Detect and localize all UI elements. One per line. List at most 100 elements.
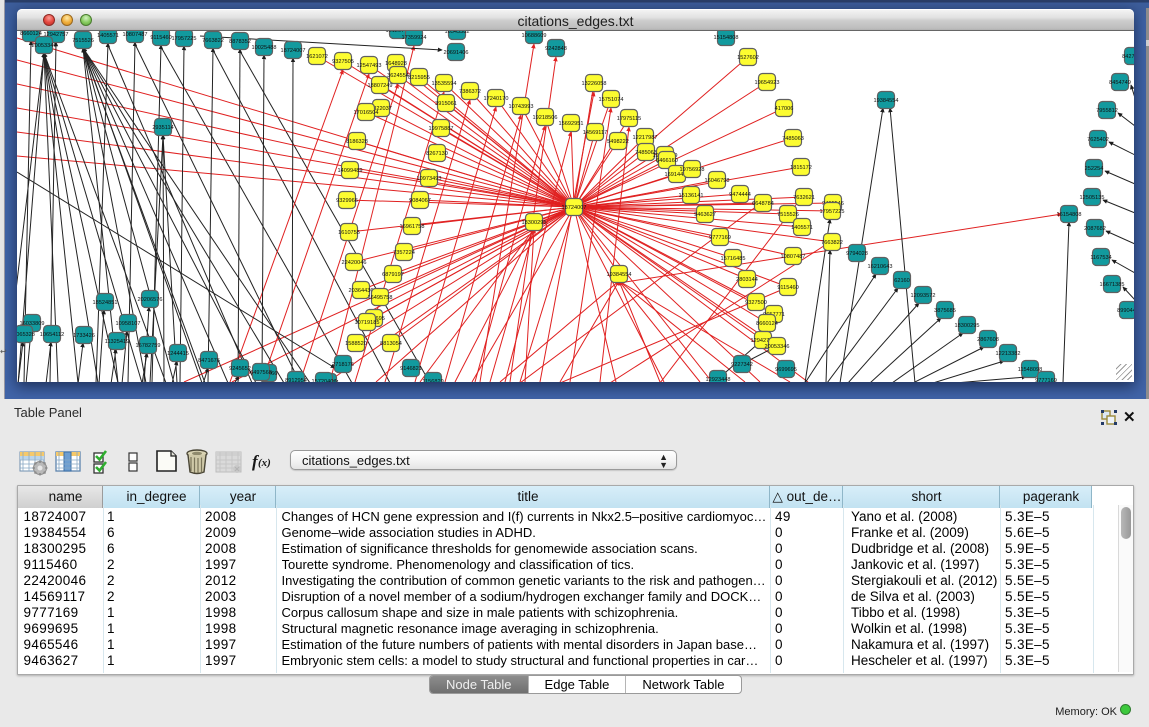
- svg-text:19384554: 19384554: [607, 272, 632, 278]
- svg-text:1244415: 1244415: [167, 351, 189, 357]
- svg-text:9794028: 9794028: [846, 251, 868, 257]
- svg-text:10688609: 10688609: [522, 33, 547, 39]
- svg-text:9463627: 9463627: [694, 212, 716, 218]
- svg-text:18724007: 18724007: [281, 48, 306, 54]
- svg-text:10654112: 10654112: [40, 332, 64, 338]
- svg-text:2935114: 2935114: [152, 125, 173, 131]
- svg-text:18524851: 18524851: [93, 300, 118, 306]
- svg-text:18807249: 18807249: [368, 83, 393, 89]
- svg-text:15751074: 15751074: [599, 97, 624, 103]
- svg-text:8878352: 8878352: [229, 39, 251, 45]
- svg-text:1733426: 1733426: [73, 333, 95, 339]
- svg-text:20206576: 20206576: [138, 297, 163, 303]
- svg-text:3875685: 3875685: [934, 308, 956, 314]
- svg-text:16671385: 16671385: [1100, 282, 1125, 288]
- svg-text:6879197: 6879197: [382, 272, 404, 278]
- svg-text:15136141: 15136141: [679, 193, 704, 199]
- svg-text:22420046: 22420046: [342, 260, 367, 266]
- svg-text:1405571: 1405571: [791, 225, 813, 231]
- svg-text:10807487: 10807487: [123, 32, 148, 38]
- svg-text:1527602: 1527602: [737, 55, 759, 61]
- svg-text:(x): (x): [258, 457, 271, 469]
- svg-text:16961758: 16961758: [400, 224, 425, 230]
- svg-text:14569117: 14569117: [583, 130, 607, 136]
- svg-text:8990448: 8990448: [1117, 308, 1134, 314]
- svg-text:3624554: 3624554: [387, 73, 409, 79]
- svg-text:16495758: 16495758: [368, 295, 393, 301]
- svg-text:2803144: 2803144: [736, 277, 758, 283]
- svg-text:9327500: 9327500: [745, 300, 767, 306]
- svg-text:1588520: 1588520: [345, 341, 367, 347]
- svg-text:12213382: 12213382: [996, 351, 1021, 357]
- svg-text:20691406: 20691406: [444, 50, 469, 56]
- svg-text:9329966: 9329966: [336, 198, 358, 204]
- svg-text:17957225: 17957225: [820, 209, 845, 215]
- svg-text:19218506: 19218506: [533, 115, 558, 121]
- svg-text:17975115: 17975115: [617, 116, 641, 122]
- svg-text:10807487: 10807487: [781, 254, 806, 260]
- svg-text:7357224: 7357224: [393, 250, 415, 256]
- svg-text:11325419: 11325419: [105, 339, 129, 345]
- svg-text:18724007: 18724007: [562, 205, 587, 211]
- svg-text:7515526: 7515526: [72, 38, 94, 44]
- svg-text:9242848: 9242848: [545, 46, 567, 52]
- svg-text:8427552: 8427552: [1122, 54, 1134, 60]
- svg-text:1065328: 1065328: [17, 332, 35, 338]
- svg-text:17240170: 17240170: [484, 96, 509, 102]
- svg-text:16543382: 16543382: [445, 31, 470, 35]
- svg-text:16782759: 16782759: [136, 343, 161, 349]
- svg-text:1156829: 1156829: [422, 379, 443, 382]
- svg-text:13535594: 13535594: [432, 81, 457, 87]
- svg-text:8813054: 8813054: [380, 341, 402, 347]
- svg-text:7625402: 7625402: [1087, 137, 1109, 143]
- svg-text:1167534: 1167534: [1090, 255, 1111, 261]
- svg-text:9146821: 9146821: [400, 366, 422, 372]
- svg-text:20053346: 20053346: [765, 344, 790, 350]
- svg-text:9227342: 9227342: [731, 362, 753, 368]
- svg-text:9777169: 9777169: [1035, 378, 1057, 382]
- svg-text:62160: 62160: [894, 278, 910, 284]
- svg-text:2867608: 2867608: [977, 337, 999, 343]
- svg-text:6648784: 6648784: [752, 201, 774, 207]
- svg-text:10719185: 10719185: [355, 320, 380, 326]
- svg-text:9474444: 9474444: [729, 192, 751, 198]
- svg-text:12923448: 12923448: [706, 377, 731, 382]
- svg-text:9084067: 9084067: [409, 198, 431, 204]
- svg-text:15716485: 15716485: [721, 256, 746, 262]
- svg-text:15154808: 15154808: [714, 35, 739, 41]
- svg-text:9699695: 9699695: [775, 367, 797, 373]
- svg-text:18300295: 18300295: [955, 323, 980, 329]
- svg-text:9115460: 9115460: [777, 285, 798, 291]
- svg-text:7955812: 7955812: [1096, 108, 1118, 114]
- svg-text:8267130: 8267130: [426, 151, 448, 157]
- svg-text:19756928: 19756928: [680, 167, 705, 173]
- svg-text:10743993: 10743993: [509, 104, 534, 110]
- svg-text:13226058: 13226058: [582, 81, 607, 87]
- svg-text:3915061: 3915061: [435, 101, 457, 107]
- svg-text:9777169: 9777169: [709, 235, 731, 241]
- svg-text:2718176: 2718176: [332, 362, 354, 368]
- svg-text:20364436: 20364436: [349, 288, 374, 294]
- svg-text:7663822: 7663822: [202, 38, 224, 44]
- svg-text:16046798: 16046798: [705, 178, 730, 184]
- svg-text:9115460: 9115460: [150, 35, 171, 41]
- svg-text:7485063: 7485063: [782, 136, 804, 142]
- svg-text:15720407: 15720407: [312, 379, 337, 382]
- svg-text:12547493: 12547493: [357, 63, 382, 69]
- svg-text:17957225: 17957225: [172, 36, 197, 42]
- svg-text:1621072: 1621072: [306, 54, 328, 60]
- svg-text:6466160: 6466160: [656, 158, 678, 164]
- svg-text:1610755: 1610755: [338, 230, 360, 236]
- svg-text:10958107: 10958107: [116, 321, 141, 327]
- svg-text:8186328: 8186328: [346, 139, 368, 145]
- svg-text:8660124: 8660124: [756, 321, 778, 327]
- svg-text:8215955: 8215955: [408, 75, 430, 81]
- svg-text:7663822: 7663822: [821, 240, 843, 246]
- svg-text:417006: 417006: [775, 106, 794, 112]
- svg-text:17016504: 17016504: [354, 110, 379, 116]
- svg-text:20053346: 20053346: [32, 43, 57, 49]
- svg-text:19384554: 19384554: [874, 98, 899, 104]
- svg-text:16210643: 16210643: [868, 264, 893, 270]
- svg-text:252254: 252254: [1085, 166, 1104, 172]
- svg-text:2087682: 2087682: [1084, 226, 1106, 232]
